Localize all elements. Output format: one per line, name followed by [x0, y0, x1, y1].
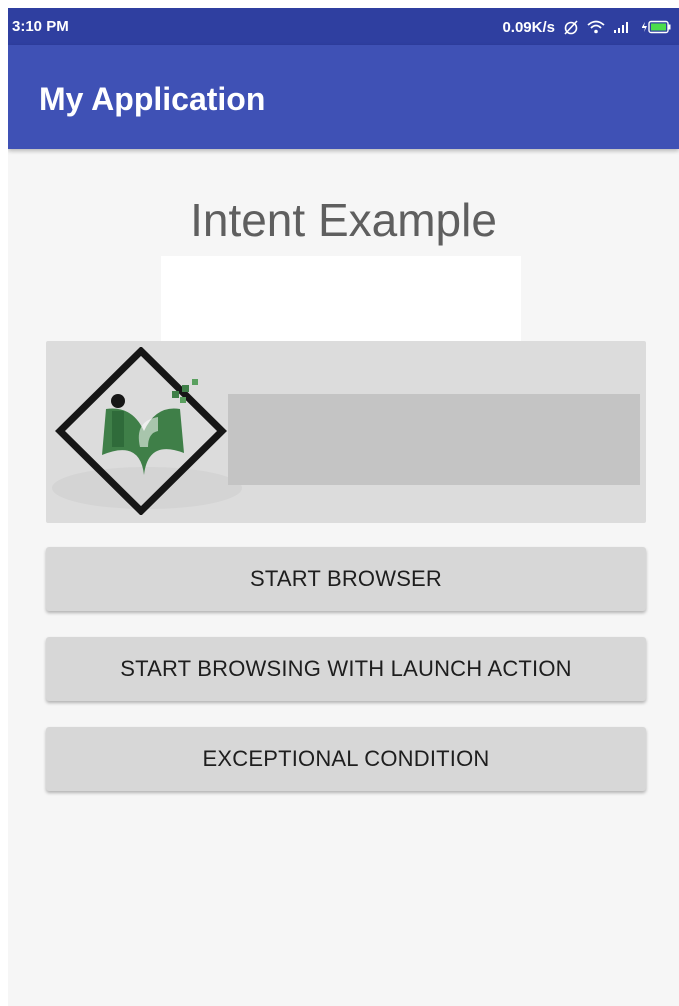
- status-icons: 0.09K/s: [502, 17, 671, 37]
- start-browser-button[interactable]: START BROWSER: [46, 547, 646, 611]
- network-speed: 0.09K/s: [502, 18, 555, 36]
- tutorials-logo-icon: [55, 347, 227, 515]
- start-browsing-launch-action-button[interactable]: START BROWSING WITH LAUNCH ACTION: [46, 637, 646, 701]
- image-panel: [46, 341, 646, 523]
- battery-icon: [639, 20, 671, 34]
- app-title: My Application: [39, 81, 266, 117]
- exceptional-condition-button[interactable]: EXCEPTIONAL CONDITION: [46, 727, 646, 791]
- wifi-icon: [587, 20, 605, 34]
- alarm-icon: [563, 19, 579, 35]
- app-screen: 3:10 PM 0.09K/s My Application Intent Ex…: [8, 8, 679, 1006]
- redacted-area: [161, 256, 521, 350]
- redacted-banner: [228, 394, 640, 485]
- page-heading: Intent Example: [190, 194, 497, 246]
- signal-icon: [613, 20, 631, 34]
- app-bar: My Application: [8, 45, 679, 149]
- status-time: 3:10 PM: [12, 18, 69, 35]
- status-bar: 3:10 PM 0.09K/s: [8, 8, 679, 45]
